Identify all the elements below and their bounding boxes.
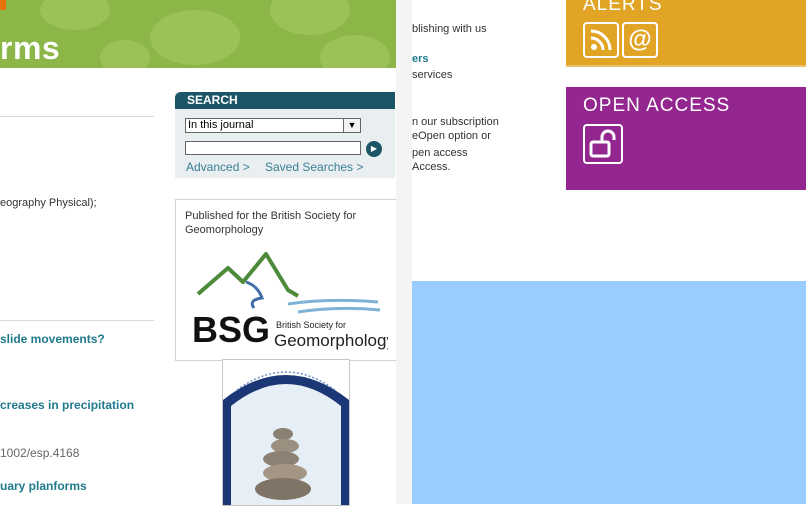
open-lock-icon[interactable]: [583, 124, 623, 164]
article-link[interactable]: creases in precipitation: [0, 398, 134, 412]
river-shape: [245, 280, 264, 309]
bsg-logo[interactable]: BSG British Society for Geomorphology: [188, 246, 388, 354]
subscription-line: Access.: [412, 161, 451, 173]
saved-searches-link[interactable]: Saved Searches >: [265, 160, 363, 174]
publishing-link[interactable]: blishing with us: [412, 23, 487, 35]
search-scope-select[interactable]: In this journal ▼: [185, 118, 361, 133]
article-doi[interactable]: 1002/esp.4168: [0, 446, 79, 460]
article-link[interactable]: uary planforms: [0, 479, 87, 493]
cover-art: [223, 371, 349, 505]
water-line: [287, 298, 379, 306]
banner-pattern: [150, 10, 240, 65]
subscription-line: eOpen option or: [412, 130, 491, 142]
stone: [273, 428, 293, 440]
divider: [0, 116, 154, 117]
advertisement-area[interactable]: [412, 281, 806, 504]
dropdown-arrow-icon[interactable]: ▼: [343, 119, 360, 132]
banner-pattern: [320, 35, 390, 68]
stone: [271, 439, 299, 453]
subscription-line: n our subscription: [412, 116, 499, 128]
journal-cover[interactable]: [222, 359, 350, 506]
logo-line2: Geomorphology: [274, 331, 388, 350]
stone: [255, 478, 311, 500]
divider: [0, 320, 154, 321]
search-go-icon[interactable]: ▶: [366, 141, 382, 157]
banner-pattern: [40, 0, 110, 30]
banner-pattern: [100, 40, 150, 68]
search-header: SEARCH: [175, 92, 395, 109]
banner-accent: [0, 0, 6, 10]
services-heading[interactable]: ers: [412, 53, 429, 65]
subscription-line: pen access: [412, 147, 468, 159]
water-line: [297, 306, 381, 314]
search-heading: SEARCH: [187, 93, 238, 107]
alerts-label: ALERTS: [583, 0, 663, 15]
open-access-label: OPEN ACCESS: [583, 95, 731, 116]
alerts-underline: [566, 65, 806, 67]
journal-title[interactable]: rms: [0, 30, 60, 67]
society-text: Published for the British Society for Ge…: [185, 210, 357, 236]
subject-text: eography Physical);: [0, 197, 97, 209]
logo-acronym: BSG: [192, 309, 270, 350]
search-input[interactable]: [185, 141, 361, 155]
search-scope-value: In this journal: [188, 119, 254, 131]
advanced-search-link[interactable]: Advanced >: [186, 160, 250, 174]
mountain-shape: [196, 252, 300, 298]
logo-line1: British Society for: [276, 320, 346, 330]
banner-pattern: [270, 0, 350, 35]
article-link[interactable]: slide movements?: [0, 332, 105, 346]
column-divider: [396, 0, 412, 504]
email-alert-icon[interactable]: @: [622, 22, 658, 58]
rss-icon[interactable]: [583, 22, 619, 58]
services-text: services: [412, 69, 453, 81]
